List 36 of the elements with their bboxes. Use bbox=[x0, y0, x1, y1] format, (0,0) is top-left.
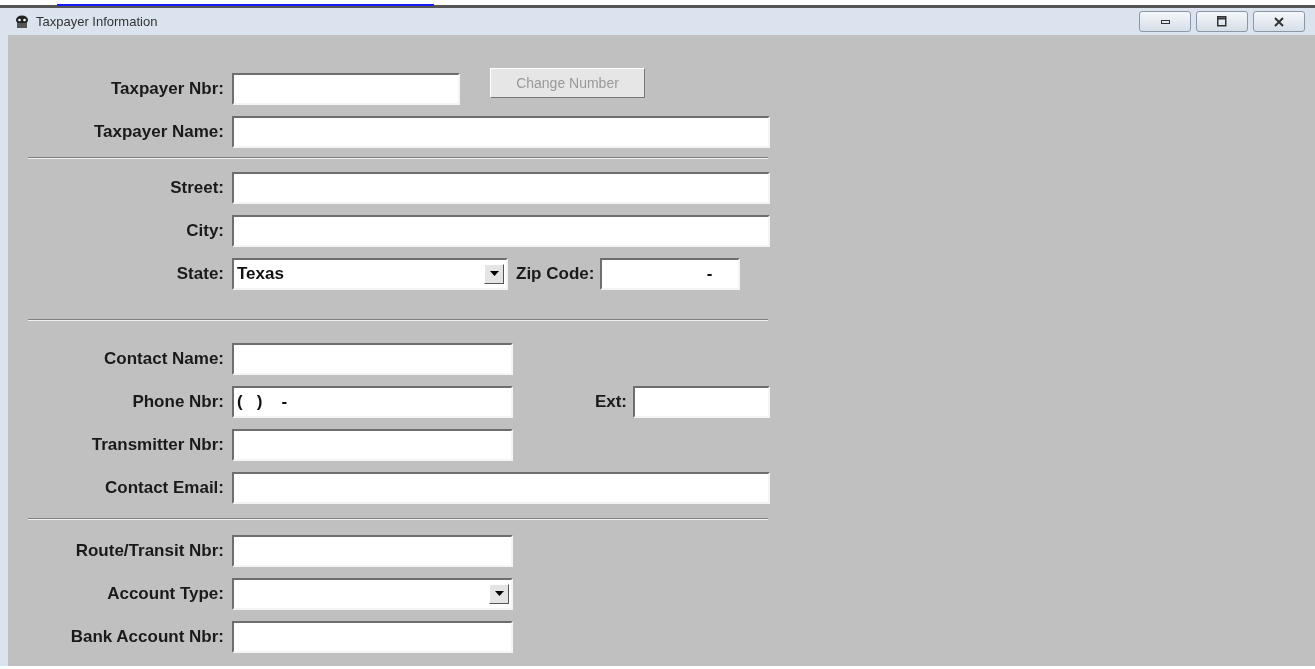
field-label: State: bbox=[175, 262, 224, 285]
field-label: Contact Name: bbox=[103, 347, 224, 370]
close-icon bbox=[1274, 16, 1284, 27]
field-label: Ext: bbox=[594, 390, 627, 413]
field-label: Zip Code: bbox=[516, 262, 595, 285]
maximize-button[interactable] bbox=[1196, 11, 1248, 32]
input-field[interactable] bbox=[232, 72, 460, 105]
input-field[interactable] bbox=[232, 342, 513, 375]
field-label: Street: bbox=[169, 176, 224, 199]
maximize-icon bbox=[1217, 16, 1227, 27]
input-field[interactable] bbox=[633, 385, 770, 418]
input-field[interactable] bbox=[232, 620, 513, 653]
dropdown[interactable]: Texas bbox=[232, 257, 508, 290]
close-button[interactable] bbox=[1253, 11, 1305, 32]
input-field[interactable]: ( ) - bbox=[232, 385, 513, 418]
field-label: Transmitter Nbr: bbox=[90, 433, 224, 456]
input-field[interactable]: - bbox=[600, 257, 741, 290]
field-label: Phone Nbr: bbox=[131, 390, 224, 413]
field-label: City: bbox=[185, 219, 224, 242]
window-title: Taxpayer Information bbox=[36, 12, 158, 31]
field-label: Account Type: bbox=[106, 582, 224, 605]
input-field[interactable] bbox=[232, 534, 513, 567]
input-field[interactable] bbox=[232, 214, 770, 247]
input-field[interactable] bbox=[232, 428, 513, 461]
minimize-button[interactable] bbox=[1139, 11, 1191, 32]
minimize-icon bbox=[1160, 19, 1170, 24]
field-label: Bank Account Nbr: bbox=[69, 625, 224, 648]
input-field[interactable] bbox=[232, 471, 770, 504]
field-label: Contact Email: bbox=[103, 476, 224, 499]
dropdown[interactable] bbox=[232, 577, 513, 610]
input-field[interactable] bbox=[232, 171, 770, 204]
field-label: Taxpayer Nbr: bbox=[109, 77, 224, 100]
field-label: Taxpayer Name: bbox=[92, 120, 224, 143]
app-icon bbox=[14, 13, 30, 30]
field-label: Route/Transit Nbr: bbox=[74, 539, 224, 562]
input-field[interactable] bbox=[232, 115, 770, 148]
